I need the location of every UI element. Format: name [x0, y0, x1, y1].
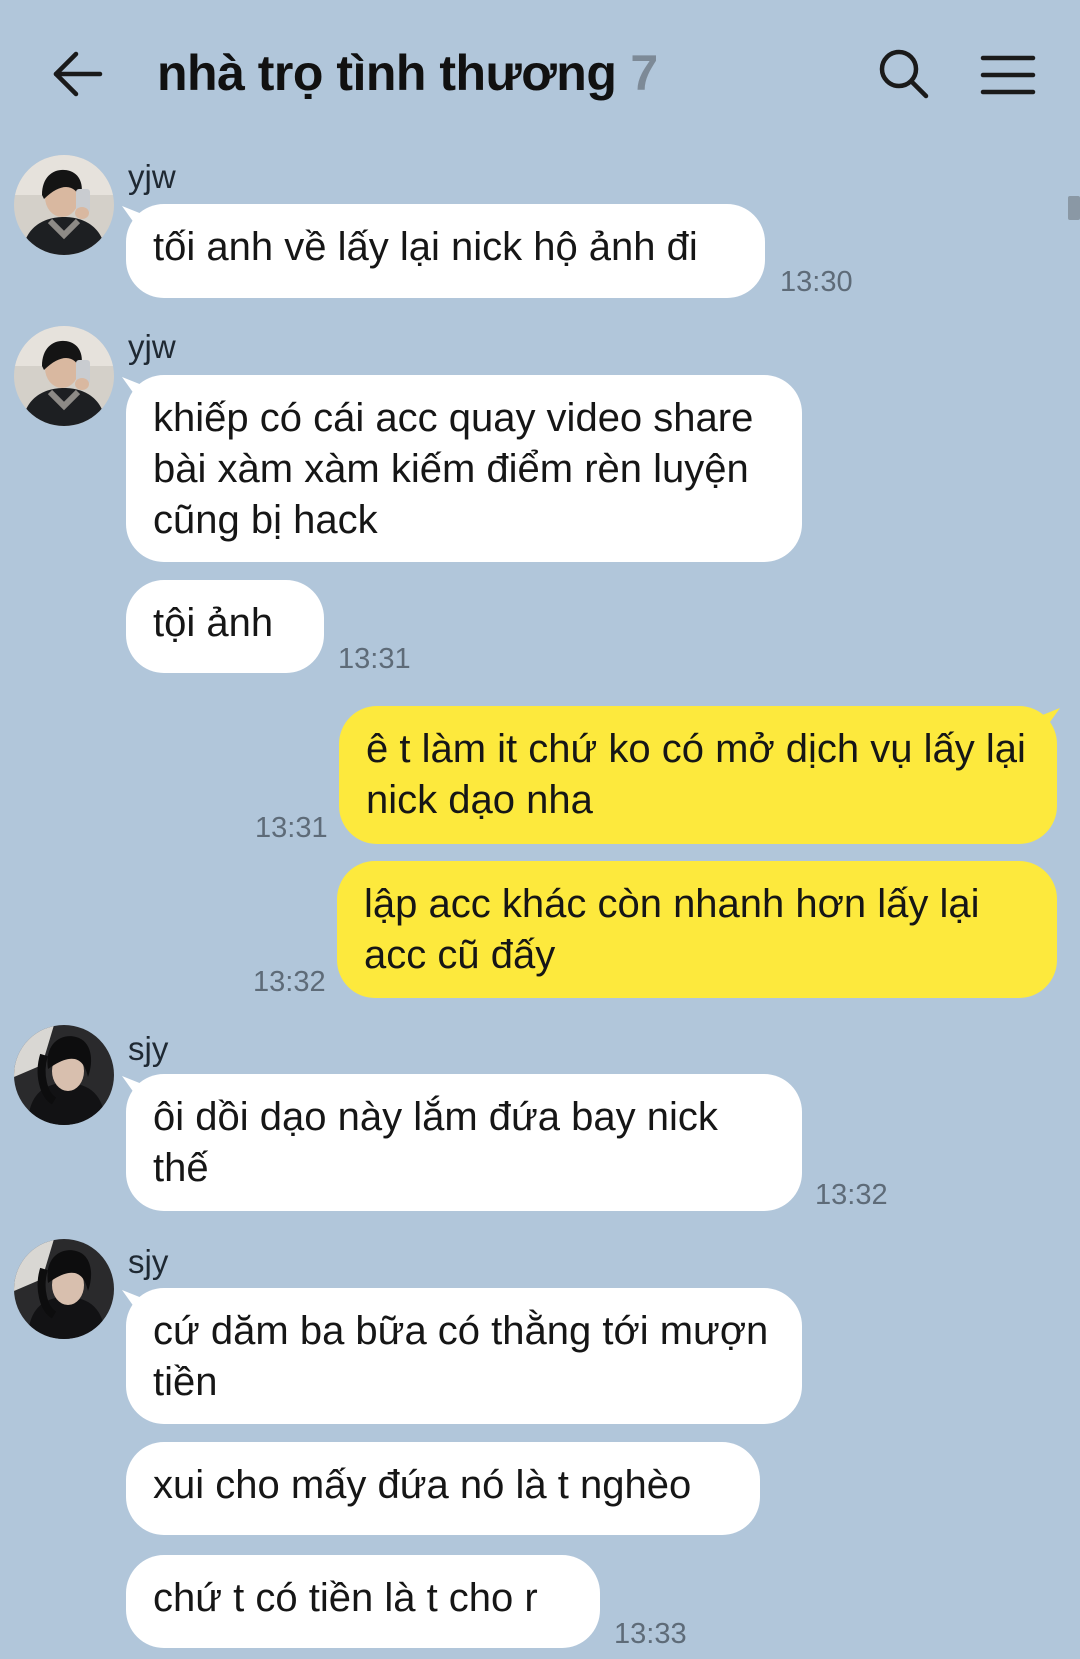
sender-name: yjw: [128, 158, 176, 195]
message-bubble[interactable]: xui cho mấy đứa nó là t nghèo: [126, 1442, 760, 1535]
message-time: 13:31: [338, 643, 411, 675]
message-text: ôi dồi dạo này lắm đứa bay nick thế: [153, 1095, 718, 1190]
message-bubble[interactable]: tội ảnh: [126, 580, 324, 673]
member-count: 7: [630, 45, 658, 101]
message-text: tối anh về lấy lại nick hộ ảnh đi: [153, 225, 698, 269]
scrollbar-thumb[interactable]: [1068, 196, 1080, 220]
message-time: 13:32: [815, 1179, 888, 1211]
message-time: 13:33: [614, 1618, 687, 1650]
avatar-sjy[interactable]: [14, 1239, 114, 1339]
bubble-tail: [1040, 708, 1060, 736]
message-text: khiếp có cái acc quay video share bài xà…: [153, 396, 754, 542]
avatar-yjw[interactable]: [14, 155, 114, 255]
message-text: lập acc khác còn nhanh hơn lấy lại acc c…: [364, 882, 980, 977]
sender-name: yjw: [128, 328, 176, 365]
message-bubble[interactable]: tối anh về lấy lại nick hộ ảnh đi: [126, 204, 765, 298]
avatar-sjy[interactable]: [14, 1025, 114, 1125]
message-time: 13:30: [780, 266, 853, 298]
chat-header: nhà trọ tình thương 7: [0, 0, 1080, 150]
message-bubble[interactable]: khiếp có cái acc quay video share bài xà…: [126, 375, 802, 562]
avatar-yjw[interactable]: [14, 326, 114, 426]
message-text: tội ảnh: [153, 601, 274, 645]
message-time: 13:32: [253, 966, 326, 998]
message-bubble[interactable]: ôi dồi dạo này lắm đứa bay nick thế: [126, 1074, 802, 1211]
sender-name: sjy: [128, 1243, 169, 1280]
message-time: 13:31: [255, 812, 328, 844]
sender-name: sjy: [128, 1030, 169, 1067]
hamburger-menu-icon[interactable]: [980, 52, 1036, 98]
search-icon[interactable]: [876, 46, 932, 102]
message-text: cứ dăm ba bữa có thằng tới mượn tiền: [153, 1309, 769, 1404]
message-text: ê t làm it chứ ko có mở dịch vụ lấy lại …: [366, 727, 1026, 822]
chat-title-text: nhà trọ tình thương: [157, 45, 617, 101]
chat-title: nhà trọ tình thương 7: [157, 44, 658, 102]
message-text: xui cho mấy đứa nó là t nghèo: [153, 1463, 692, 1507]
message-bubble[interactable]: cứ dăm ba bữa có thằng tới mượn tiền: [126, 1288, 802, 1424]
message-text: chứ t có tiền là t cho r: [153, 1576, 538, 1620]
arrow-left-icon[interactable]: [50, 48, 106, 100]
message-bubble-outgoing[interactable]: ê t làm it chứ ko có mở dịch vụ lấy lại …: [339, 706, 1057, 844]
message-bubble-outgoing[interactable]: lập acc khác còn nhanh hơn lấy lại acc c…: [337, 861, 1057, 998]
message-bubble[interactable]: chứ t có tiền là t cho r: [126, 1555, 600, 1648]
